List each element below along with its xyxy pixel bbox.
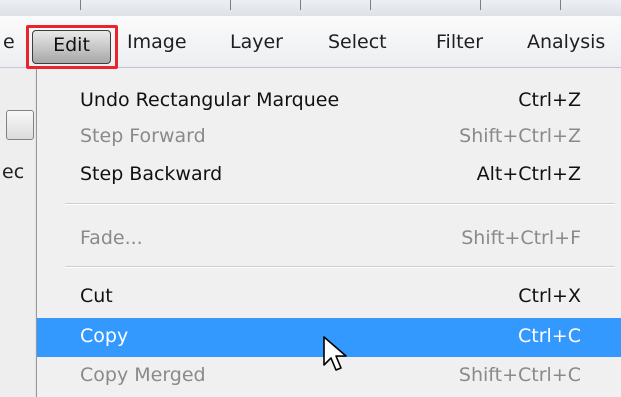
menu-image[interactable]: Image — [127, 29, 187, 55]
tool-option-button[interactable] — [6, 110, 34, 140]
menu-item-label: Copy — [80, 325, 129, 347]
menu-analysis[interactable]: Analysis — [527, 29, 605, 55]
options-bar-stub: ec — [0, 68, 37, 397]
top-ruler-strip — [0, 0, 621, 17]
menu-select[interactable]: Select — [328, 29, 387, 55]
ruler-tick — [370, 0, 371, 10]
ruler-tick — [300, 0, 301, 10]
menu-item-step-backward[interactable]: Step Backward Alt+Ctrl+Z — [37, 156, 621, 195]
menu-item-label: Fade... — [80, 227, 143, 249]
menu-item-step-forward[interactable]: Step Forward Shift+Ctrl+Z — [37, 118, 621, 157]
menu-item-label: Step Forward — [80, 125, 206, 147]
menu-separator — [65, 266, 615, 268]
menu-item-undo[interactable]: Undo Rectangular Marquee Ctrl+Z — [37, 82, 621, 121]
menu-item-cut[interactable]: Cut Ctrl+X — [37, 278, 621, 317]
menu-bar: e Edit Image Layer Select Filter Analysi… — [0, 16, 621, 69]
menu-item-label: Undo Rectangular Marquee — [80, 89, 340, 111]
menu-item-shortcut: Shift+Ctrl+C — [458, 364, 581, 386]
menu-item-shortcut: Shift+Ctrl+Z — [459, 125, 581, 147]
ruler-tick — [80, 0, 81, 10]
options-partial-label: ec — [2, 161, 25, 183]
menu-item-label: Step Backward — [80, 163, 223, 185]
menu-separator — [65, 203, 615, 205]
ruler-tick — [480, 0, 481, 10]
annotation-highlight-box — [26, 25, 118, 69]
mouse-pointer-icon — [323, 336, 347, 371]
menu-layer[interactable]: Layer — [230, 29, 283, 55]
menu-item-shortcut: Alt+Ctrl+Z — [476, 163, 581, 185]
menu-filter[interactable]: Filter — [436, 29, 483, 55]
ruler-tick — [560, 0, 561, 10]
menu-item-shortcut: Shift+Ctrl+F — [461, 227, 581, 249]
ruler-tick — [230, 0, 231, 10]
menu-partial-item[interactable]: e — [3, 29, 15, 55]
menu-item-label: Copy Merged — [80, 364, 206, 386]
menu-item-shortcut: Ctrl+Z — [518, 89, 581, 111]
menu-item-fade[interactable]: Fade... Shift+Ctrl+F — [37, 220, 621, 259]
menu-item-shortcut: Ctrl+X — [518, 285, 581, 307]
menu-item-shortcut: Ctrl+C — [518, 325, 581, 347]
menu-item-label: Cut — [80, 285, 113, 307]
